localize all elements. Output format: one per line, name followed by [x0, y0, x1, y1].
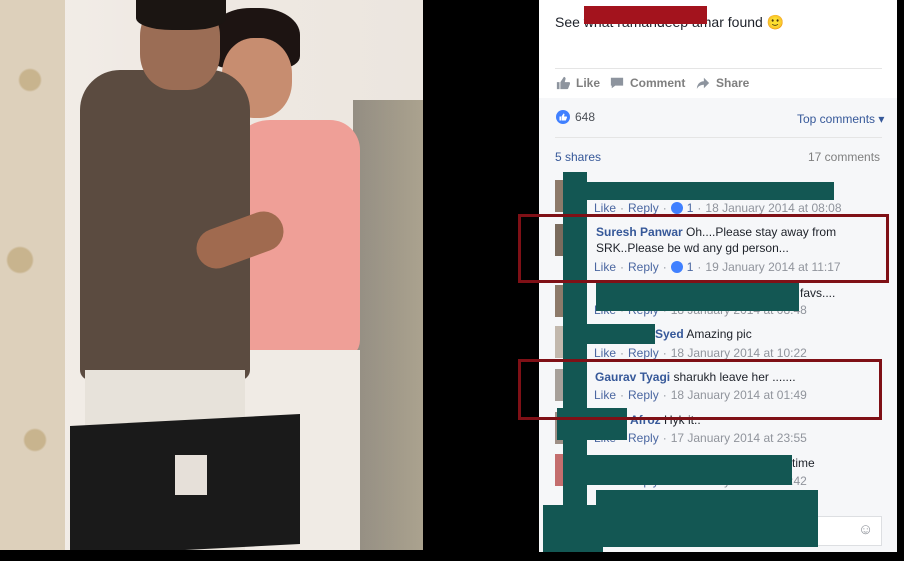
top-comments-label: Top comments — [797, 112, 876, 126]
like-label: Like — [576, 76, 601, 90]
name-redaction — [584, 6, 707, 24]
smiley-icon[interactable]: ☺ — [858, 521, 873, 538]
commenter-name[interactable]: Syed — [655, 327, 684, 341]
share-label: Share — [716, 76, 750, 90]
top-comments-dropdown[interactable]: Top comments ▾ — [797, 112, 884, 126]
comment-reply-link[interactable]: Reply — [628, 201, 659, 215]
comment-reply-link[interactable]: Reply — [628, 431, 659, 445]
share-button[interactable]: Share — [696, 76, 749, 90]
chair-opening — [175, 455, 207, 495]
plant — [353, 100, 423, 550]
redaction-bar — [585, 324, 655, 344]
comment-label: Comment — [630, 76, 686, 90]
comment-timestamp[interactable]: 18 January 2014 at 10:22 — [671, 346, 807, 360]
caret-down-icon: ▾ — [878, 112, 885, 126]
comment-reply-link[interactable]: Reply — [628, 346, 659, 360]
highlight-box — [518, 214, 889, 283]
bottom-edge — [539, 552, 897, 561]
redaction-bar — [543, 505, 603, 556]
speech-bubble-icon — [610, 77, 624, 89]
highlight-box — [518, 359, 882, 420]
post-photo[interactable] — [0, 0, 423, 550]
shares-link[interactable]: 5 shares — [555, 150, 601, 164]
redaction-bar — [596, 281, 799, 311]
comments-count: 17 comments — [808, 150, 881, 164]
divider — [555, 137, 882, 138]
like-reaction-icon — [670, 202, 683, 214]
share-arrow-icon — [696, 77, 710, 90]
comment-timestamp[interactable]: 18 January 2014 at 08:08 — [705, 201, 841, 215]
comment-timestamp[interactable]: 17 January 2014 at 23:55 — [671, 431, 807, 445]
thumbs-up-icon — [556, 76, 570, 90]
comment-like-link[interactable]: Like — [594, 346, 616, 360]
comment-body: Syed Amazing pic — [655, 326, 752, 342]
floral-wallpaper — [0, 0, 65, 550]
divider — [555, 68, 882, 69]
redaction-bar — [584, 182, 834, 200]
comment-text: favs.... — [800, 286, 836, 300]
like-count[interactable]: 648 — [556, 110, 595, 124]
comment-text: time — [792, 456, 815, 470]
comment-text: Amazing pic — [686, 327, 752, 341]
man-hair — [136, 0, 226, 30]
redaction-bar — [596, 490, 818, 547]
redaction-bar — [585, 455, 792, 485]
reaction-count: 1 — [686, 201, 694, 215]
comment-meta: Like · Reply · 1 · 18 January 2014 at 08:08 — [594, 201, 842, 215]
like-reaction-icon — [556, 110, 570, 124]
comment-button[interactable]: Comment — [610, 76, 685, 90]
likes-number: 648 — [575, 110, 596, 124]
comment-like-link[interactable]: Like — [594, 201, 616, 215]
comment-meta: Like · Reply · 18 January 2014 at 10:22 — [594, 346, 807, 360]
like-button[interactable]: Like — [556, 76, 600, 90]
